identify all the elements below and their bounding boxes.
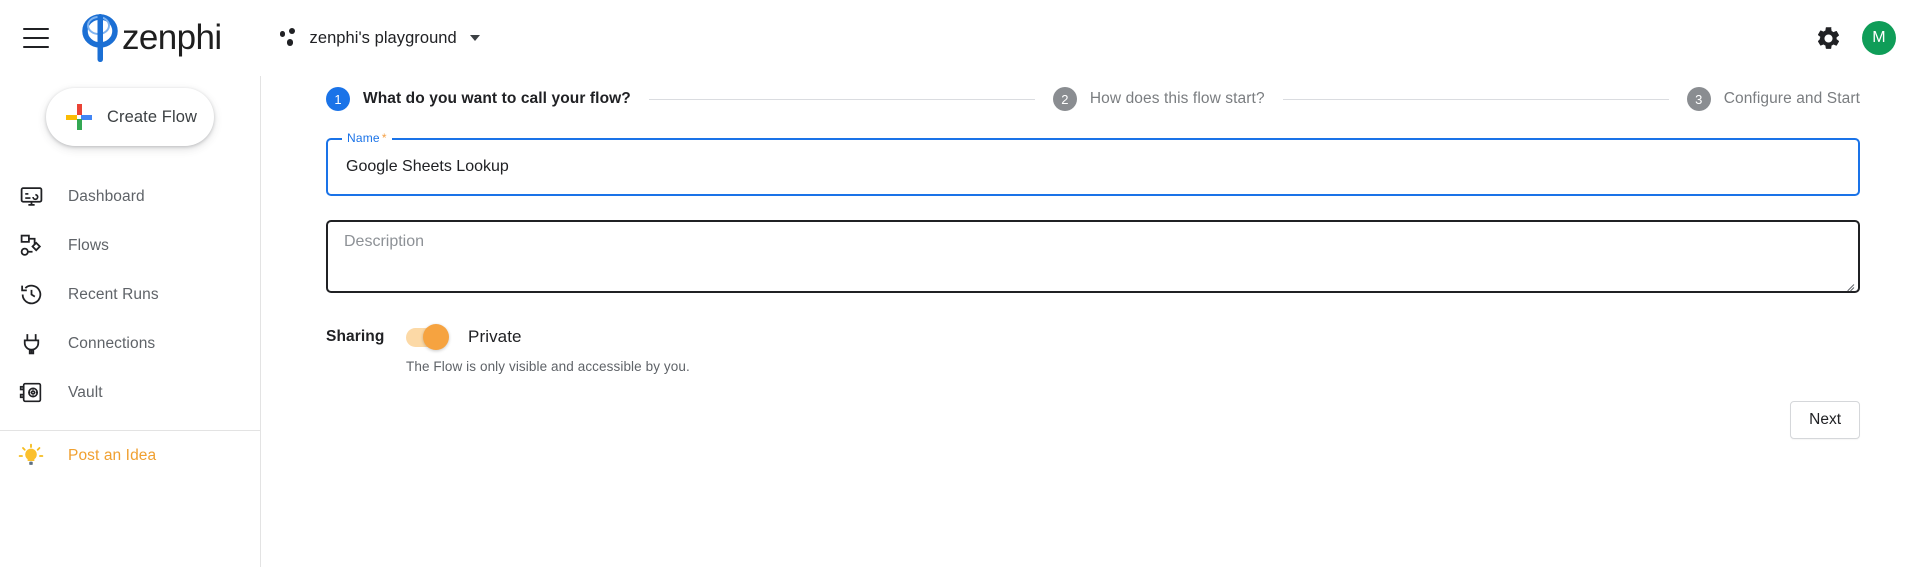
create-flow-button[interactable]: Create Flow bbox=[46, 88, 214, 146]
avatar[interactable]: M bbox=[1862, 21, 1896, 55]
stepper-step-1[interactable]: 1 What do you want to call your flow? bbox=[326, 87, 631, 111]
gear-icon[interactable] bbox=[1815, 25, 1842, 52]
stepper-connector bbox=[648, 98, 1035, 100]
sidebar-item-connections[interactable]: Connections bbox=[0, 319, 260, 368]
step-number-badge: 2 bbox=[1052, 87, 1077, 111]
flow-nodes-icon bbox=[16, 231, 46, 261]
main-content: 1 What do you want to call your flow? 2 … bbox=[261, 60, 1920, 567]
sidebar-item-label: Dashboard bbox=[68, 187, 145, 205]
sidebar-item-label: Vault bbox=[68, 383, 103, 401]
workspace-name: zenphi's playground bbox=[309, 28, 457, 47]
flow-details-form: Name* Sharing Private The Flow is only v… bbox=[326, 131, 1860, 439]
brand-logo-link[interactable]: zenphi bbox=[78, 12, 222, 64]
description-input[interactable] bbox=[344, 233, 1840, 281]
plug-icon bbox=[16, 329, 46, 359]
dashboard-monitor-icon bbox=[16, 182, 46, 212]
workspace-selector[interactable]: zenphi's playground bbox=[278, 18, 480, 58]
sidebar-item-label: Flows bbox=[68, 236, 109, 254]
create-flow-label: Create Flow bbox=[107, 107, 198, 126]
sidebar-item-dashboard[interactable]: Dashboard bbox=[0, 172, 260, 221]
lightbulb-icon bbox=[16, 441, 46, 471]
google-plus-icon bbox=[66, 104, 92, 130]
sharing-toggle[interactable] bbox=[406, 324, 449, 350]
brand-name: zenphi bbox=[122, 18, 222, 57]
chevron-down-icon bbox=[469, 35, 480, 41]
vault-safe-icon bbox=[16, 378, 46, 408]
resize-handle-icon[interactable] bbox=[1843, 277, 1855, 292]
stepper-connector bbox=[1282, 98, 1669, 100]
name-field-wrapper[interactable]: Name * bbox=[326, 131, 1860, 196]
step-number-badge: 3 bbox=[1686, 87, 1711, 111]
step-label: What do you want to call your flow? bbox=[363, 90, 631, 107]
sharing-hint-text: The Flow is only visible and accessible … bbox=[406, 359, 690, 374]
sidebar-nav: Dashboard Flows Recent Runs Connections … bbox=[0, 172, 260, 480]
next-button[interactable]: Next bbox=[1790, 401, 1860, 439]
step-label: Configure and Start bbox=[1723, 90, 1861, 107]
name-field-label: Name * bbox=[342, 131, 392, 145]
sidebar-item-flows[interactable]: Flows bbox=[0, 221, 260, 270]
wizard-actions: Next bbox=[1790, 401, 1860, 439]
step-label: How does this flow start? bbox=[1089, 90, 1265, 107]
name-input[interactable] bbox=[346, 158, 1840, 176]
required-asterisk: * bbox=[381, 131, 387, 145]
top-app-bar: zenphi zenphi's playground M bbox=[0, 0, 1920, 76]
sharing-row: Sharing Private bbox=[326, 324, 1860, 350]
wizard-stepper: 1 What do you want to call your flow? 2 … bbox=[326, 87, 1860, 111]
top-bar-actions: M bbox=[1815, 21, 1896, 55]
history-clock-icon bbox=[16, 280, 46, 310]
hamburger-menu-icon[interactable] bbox=[23, 28, 49, 48]
workspace-dots-icon bbox=[278, 27, 300, 49]
zenphi-phi-logo-icon bbox=[78, 12, 124, 64]
sidebar-item-label: Connections bbox=[68, 334, 156, 352]
sidebar-item-recent-runs[interactable]: Recent Runs bbox=[0, 270, 260, 319]
sidebar-item-label: Post an Idea bbox=[68, 446, 157, 464]
sharing-state-label: Private bbox=[468, 327, 522, 346]
sidebar: Create Flow Dashboard Flows Recent Runs … bbox=[0, 60, 261, 567]
description-field-wrapper[interactable] bbox=[326, 220, 1860, 293]
stepper-step-3[interactable]: 3 Configure and Start bbox=[1686, 87, 1861, 111]
sidebar-item-vault[interactable]: Vault bbox=[0, 368, 260, 417]
toggle-thumb bbox=[423, 324, 449, 350]
stepper-step-2[interactable]: 2 How does this flow start? bbox=[1052, 87, 1265, 111]
step-number-badge: 1 bbox=[326, 87, 350, 111]
sidebar-item-label: Recent Runs bbox=[68, 285, 159, 303]
sidebar-item-post-an-idea[interactable]: Post an Idea bbox=[0, 431, 260, 480]
sharing-label: Sharing bbox=[326, 328, 385, 345]
